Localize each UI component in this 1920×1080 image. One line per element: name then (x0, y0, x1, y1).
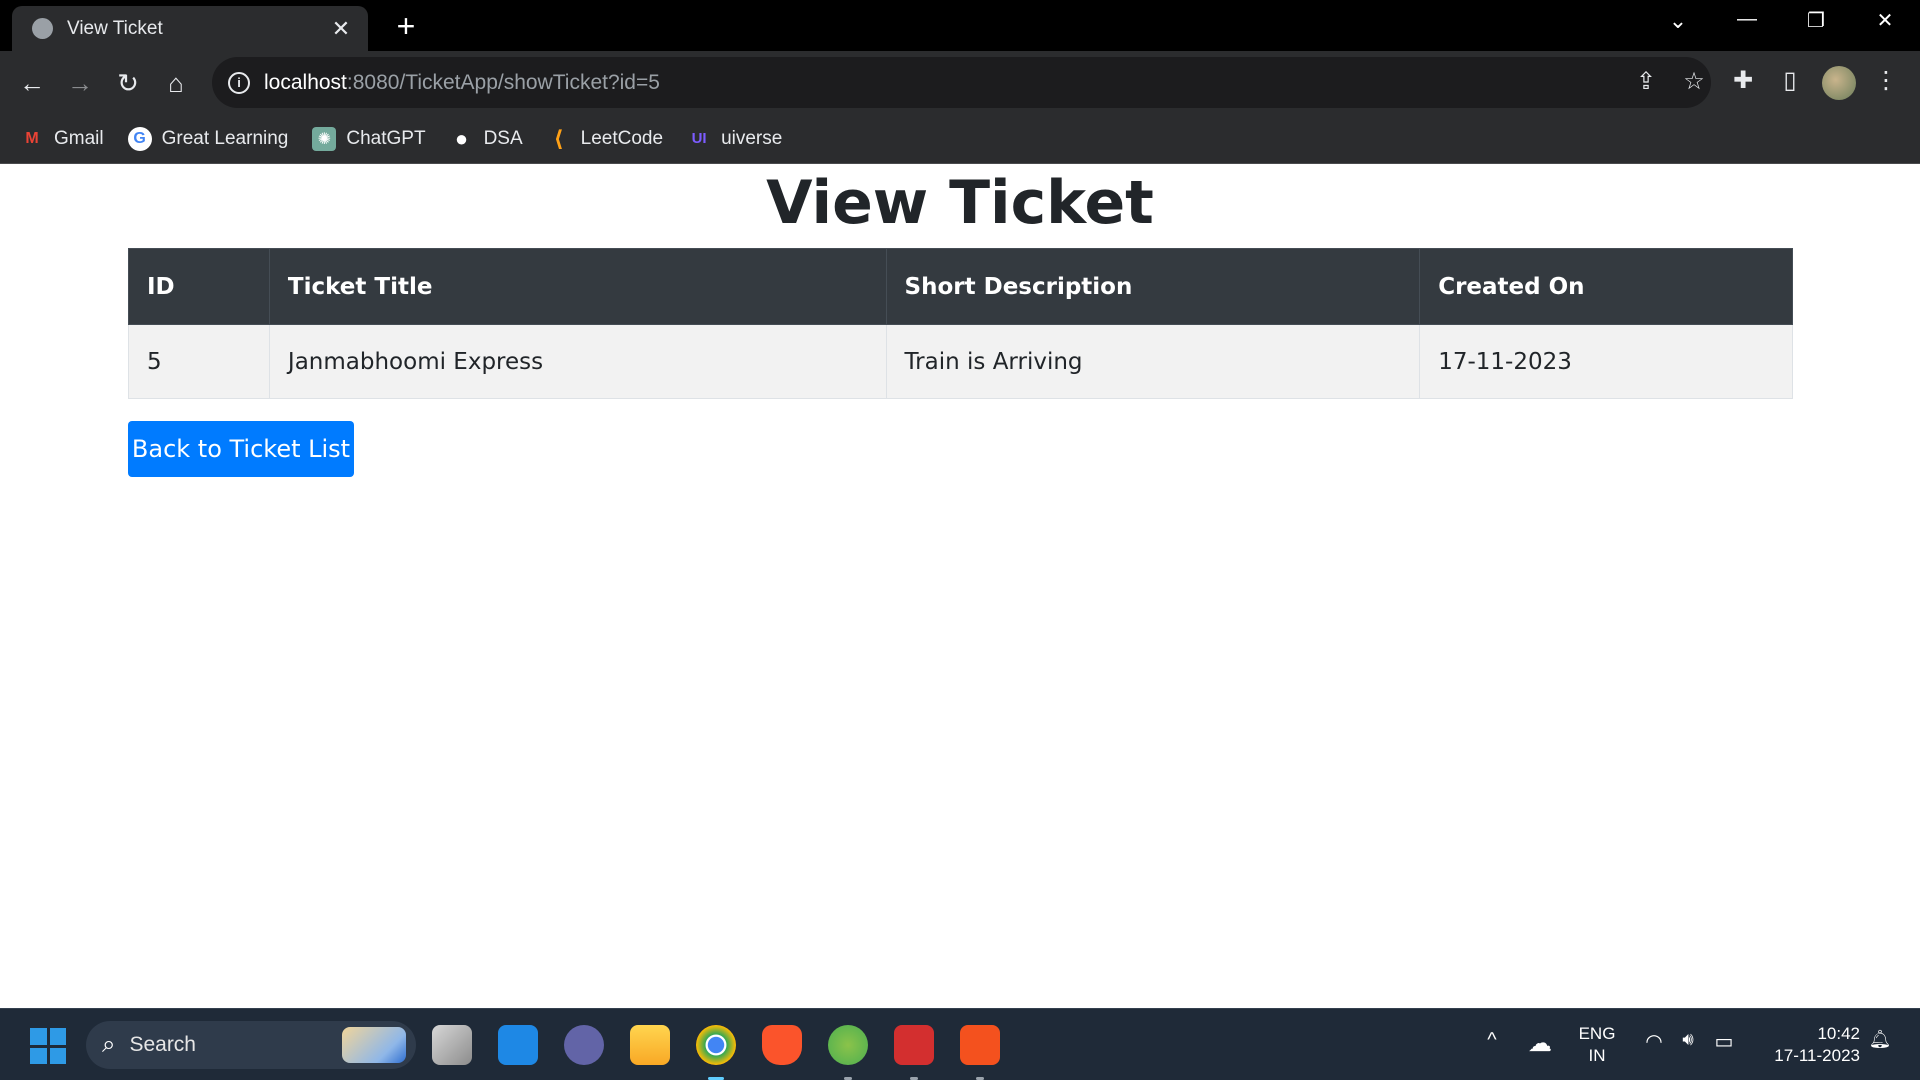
leetcode-icon: ⟨ (553, 125, 564, 151)
bookmark-label: ChatGPT (346, 127, 426, 149)
clock-date: 17-11-2023 (1774, 1046, 1860, 1065)
page-content: View Ticket ID Ticket Title Short Descri… (0, 164, 1920, 1008)
cell-id: 5 (128, 324, 270, 399)
ticket-table: ID Ticket Title Short Description Create… (128, 248, 1793, 399)
profile-avatar[interactable] (1822, 66, 1856, 100)
side-panel-icon[interactable]: ▯ (1772, 66, 1808, 95)
widgets-icon[interactable] (498, 1025, 538, 1065)
table-row: 5 Janmabhoomi Express Train is Arriving … (128, 324, 1793, 399)
bookmark-leetcode[interactable]: ⟨ LeetCode (547, 125, 664, 151)
volume-icon[interactable]: 🔊︎ (1674, 1029, 1702, 1050)
language-code: ENG (1578, 1024, 1616, 1043)
github-icon: ● (454, 125, 469, 151)
onedrive-cloud-icon[interactable]: ☁ (1524, 1029, 1556, 1058)
reload-icon[interactable]: ↻ (110, 65, 146, 101)
task-view-icon[interactable] (432, 1025, 472, 1065)
bookmark-great-learning[interactable]: G Great Learning (127, 126, 289, 151)
back-to-ticket-list-button[interactable]: Back to Ticket List (128, 421, 354, 477)
search-highlight-image (342, 1027, 406, 1063)
chatgpt-icon: ✺ (312, 126, 337, 151)
tab-search-icon[interactable]: ⌄ (1658, 8, 1698, 34)
clock-time: 10:42 (1817, 1024, 1860, 1043)
bookmark-label: Gmail (54, 127, 104, 149)
menu-kebab-icon[interactable]: ⋮ (1868, 66, 1904, 95)
brave-icon[interactable] (762, 1025, 802, 1065)
table-header-row: ID Ticket Title Short Description Create… (128, 248, 1793, 325)
column-header-short-description: Short Description (885, 248, 1421, 325)
bookmark-label: uiverse (721, 127, 783, 149)
bookmark-uiverse[interactable]: UI uiverse (687, 127, 783, 151)
acrobat-icon[interactable] (894, 1025, 934, 1080)
chrome-icon[interactable] (696, 1025, 736, 1080)
restore-button[interactable]: ❐ (1796, 8, 1836, 33)
search-icon: ⌕ (102, 1031, 116, 1058)
bookmarks-bar: M Gmail G Great Learning ✺ ChatGPT ● DSA… (0, 114, 1920, 164)
globe-icon (32, 18, 53, 39)
page-title: View Ticket (766, 168, 1154, 238)
bookmark-label: DSA (483, 127, 523, 149)
new-tab-button[interactable]: + (390, 10, 422, 42)
column-header-id: ID (128, 248, 270, 325)
back-arrow-icon[interactable]: ← (14, 65, 50, 101)
teams-chat-icon[interactable] (564, 1025, 604, 1065)
column-header-created-on: Created On (1419, 248, 1793, 325)
region-code: IN (1588, 1046, 1606, 1065)
spring-tool-suite-icon[interactable] (828, 1025, 868, 1080)
taskbar-search-box[interactable]: ⌕ Search (86, 1021, 416, 1069)
windows-start-icon[interactable] (30, 1028, 66, 1064)
bookmark-label: Great Learning (161, 127, 289, 149)
notification-bell-icon[interactable]: 🔔︎ (1866, 1029, 1894, 1050)
clock[interactable]: 10:42 17-11-2023 (1750, 1023, 1860, 1067)
address-bar[interactable]: i localhost :8080/TicketApp/showTicket?i… (212, 57, 1711, 108)
gmail-icon: M (25, 129, 39, 147)
site-info-icon[interactable]: i (228, 71, 250, 94)
anydesk-icon[interactable] (960, 1025, 1000, 1080)
forward-arrow-icon[interactable]: → (62, 65, 98, 101)
cell-created-on: 17-11-2023 (1419, 324, 1793, 399)
close-window-button[interactable]: ✕ (1865, 8, 1905, 33)
tab-title: View Ticket (67, 17, 163, 39)
bookmark-chatgpt[interactable]: ✺ ChatGPT (312, 126, 426, 151)
extensions-icon[interactable]: ✚ (1725, 66, 1761, 95)
share-icon[interactable]: ⇪ (1630, 67, 1662, 96)
close-tab-icon[interactable]: ✕ (330, 16, 352, 42)
great-learning-icon: G (127, 126, 152, 151)
column-header-ticket-title: Ticket Title (268, 248, 887, 325)
browser-toolbar: ← → ↻ ⌂ i localhost :8080/TicketApp/show… (0, 51, 1920, 114)
wifi-icon[interactable]: ◠ (1640, 1029, 1668, 1054)
home-icon[interactable]: ⌂ (158, 65, 194, 101)
bookmark-label: LeetCode (580, 127, 664, 149)
minimize-button[interactable]: — (1727, 8, 1767, 31)
bookmark-dsa[interactable]: ● DSA (450, 125, 523, 151)
browser-tab-view-ticket[interactable]: View Ticket ✕ (12, 6, 368, 51)
language-indicator[interactable]: ENG IN (1572, 1023, 1622, 1067)
cell-ticket-title: Janmabhoomi Express (268, 324, 887, 399)
url-path: :8080/TicketApp/showTicket?id=5 (346, 70, 660, 94)
search-label: Search (129, 1033, 196, 1056)
url-host: localhost (264, 70, 347, 94)
cell-short-description: Train is Arriving (885, 324, 1421, 399)
bookmark-star-icon[interactable]: ☆ (1678, 67, 1710, 96)
windows-taskbar: ⌕ Search ^ ☁ ENG IN ◠ 🔊︎ ▭ 10:42 17-11-2… (0, 1008, 1920, 1080)
browser-tab-bar: View Ticket ✕ + ⌄ — ❐ ✕ (0, 0, 1920, 51)
uiverse-icon: UI (691, 130, 707, 147)
battery-icon[interactable]: ▭ (1710, 1029, 1738, 1054)
file-explorer-icon[interactable] (630, 1025, 670, 1065)
bookmark-gmail[interactable]: M Gmail (20, 127, 104, 151)
show-hidden-icons-chevron[interactable]: ^ (1480, 1029, 1504, 1052)
